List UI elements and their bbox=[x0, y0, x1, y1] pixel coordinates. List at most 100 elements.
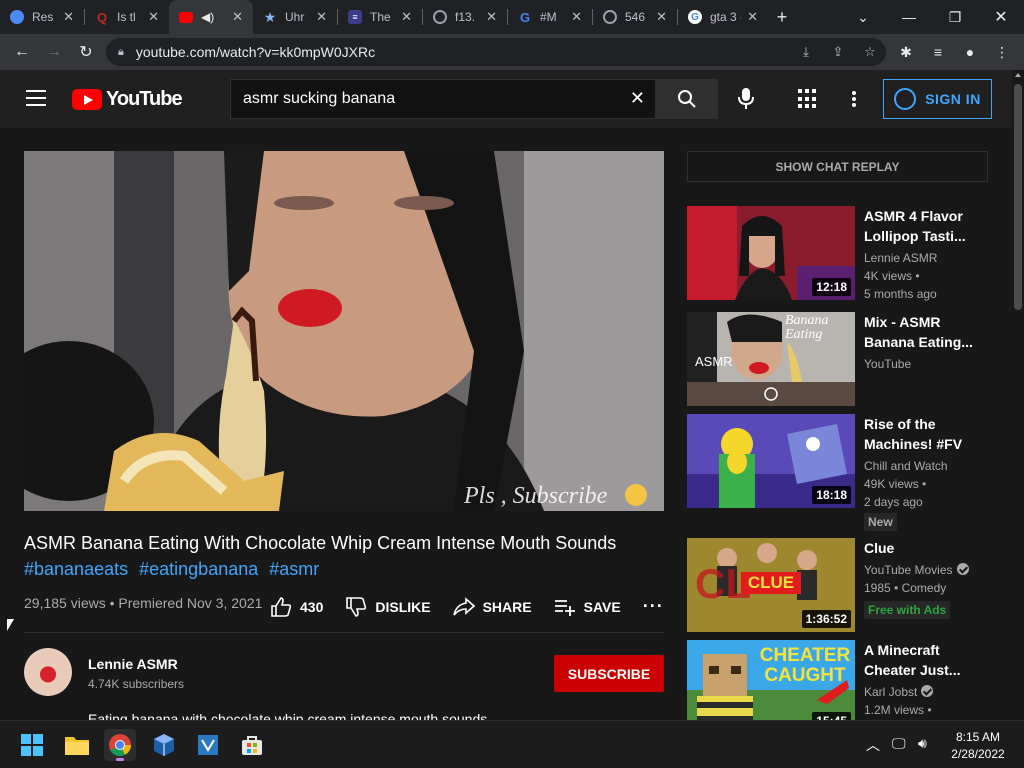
forward-icon[interactable]: → bbox=[38, 34, 70, 70]
dislike-label: DISLIKE bbox=[375, 598, 431, 615]
recommendation-title[interactable]: ASMR 4 Flavor Lollipop Tasti... bbox=[864, 206, 984, 246]
close-tab-icon[interactable]: ✕ bbox=[401, 9, 412, 25]
back-icon[interactable]: ← bbox=[6, 34, 38, 70]
like-button[interactable]: 430 bbox=[270, 596, 324, 617]
apps-grid-icon[interactable] bbox=[798, 89, 818, 109]
show-chat-replay-button[interactable]: SHOW CHAT REPLAY bbox=[687, 151, 988, 182]
close-tab-icon[interactable]: ✕ bbox=[486, 9, 497, 25]
close-tab-icon[interactable]: ✕ bbox=[656, 9, 667, 25]
clock-time: 8:15 AM bbox=[955, 730, 1001, 744]
share-arrow-icon bbox=[452, 596, 475, 616]
like-count: 430 bbox=[300, 598, 324, 615]
scroll-up-icon[interactable] bbox=[1015, 73, 1021, 77]
channel-label: Karl Jobst bbox=[864, 685, 918, 699]
dislike-button[interactable]: DISLIKE bbox=[345, 596, 431, 617]
menu-icon[interactable] bbox=[26, 90, 46, 106]
recommendation-title[interactable]: Clue bbox=[864, 538, 984, 558]
microsoft-store-icon[interactable] bbox=[236, 729, 268, 761]
clear-search-icon[interactable]: ✕ bbox=[630, 88, 645, 109]
search-input[interactable]: asmr sucking banana ✕ bbox=[230, 79, 656, 119]
recommendation-title[interactable]: A Minecraft Cheater Just... bbox=[864, 640, 984, 680]
more-actions-icon[interactable]: ··· bbox=[643, 596, 664, 617]
media-control-icon[interactable]: ≡ bbox=[922, 34, 954, 70]
recommendation-channel[interactable]: Chill and Watch bbox=[864, 459, 948, 473]
bookmark-star-icon[interactable]: ☆ bbox=[854, 38, 886, 66]
new-tab-icon[interactable]: + bbox=[768, 7, 796, 28]
chrome-icon[interactable] bbox=[104, 729, 136, 761]
page-scrollbar[interactable] bbox=[1012, 70, 1024, 720]
vmware-icon[interactable] bbox=[192, 729, 224, 761]
start-windows-icon[interactable] bbox=[16, 729, 48, 761]
recommendation-title[interactable]: Mix - ASMR Banana Eating... bbox=[864, 312, 984, 352]
volume-icon[interactable]: 🔊︎ bbox=[918, 735, 927, 752]
browser-tab[interactable]: f13. ✕ bbox=[423, 0, 507, 34]
restore-icon[interactable]: ❐ bbox=[932, 0, 978, 34]
extensions-icon[interactable]: ✱ bbox=[890, 34, 922, 70]
free-with-ads-badge: Free with Ads bbox=[864, 601, 951, 619]
video-thumbnail[interactable]: 12:18 bbox=[687, 206, 855, 300]
search-button[interactable] bbox=[656, 79, 718, 119]
browser-tab[interactable]: Q Is tl ✕ bbox=[85, 0, 169, 34]
close-tab-icon[interactable]: ✕ bbox=[571, 9, 582, 25]
close-tab-icon[interactable]: ✕ bbox=[747, 9, 758, 25]
system-clock[interactable]: 8:15 AM 2/28/2022 bbox=[940, 729, 1016, 763]
install-icon[interactable]: ⤓ bbox=[790, 38, 822, 66]
recommendation-title[interactable]: Rise of the Machines! #FV bbox=[864, 414, 984, 454]
browser-tab-active[interactable]: ◀) ✕ bbox=[169, 0, 253, 34]
virtualbox-icon[interactable] bbox=[148, 729, 180, 761]
subscribe-overlay-text: Pls , Subscribe bbox=[463, 483, 608, 509]
sign-in-button[interactable]: SIGN IN bbox=[883, 79, 992, 119]
reload-icon[interactable]: ↻ bbox=[70, 34, 102, 70]
video-thumbnail[interactable]: 18:18 bbox=[687, 414, 855, 508]
close-tab-icon[interactable]: ✕ bbox=[316, 9, 327, 25]
close-window-icon[interactable]: ✕ bbox=[978, 0, 1024, 34]
recommendation-channel[interactable]: YouTube Movies bbox=[864, 563, 969, 577]
minimize-icon[interactable]: — bbox=[886, 0, 932, 34]
video-thumbnail[interactable]: CL CLUE 1:36:52 bbox=[687, 538, 855, 632]
close-tab-icon[interactable]: ✕ bbox=[63, 9, 74, 25]
youtube-play-icon bbox=[72, 89, 102, 110]
recommendation-channel[interactable]: YouTube bbox=[864, 357, 911, 371]
hashtag-link[interactable]: #asmr bbox=[269, 559, 319, 579]
hashtag-link[interactable]: #bananaeats bbox=[24, 559, 128, 579]
recommendation-channel[interactable]: Lennie ASMR bbox=[864, 251, 937, 265]
share-label: SHARE bbox=[482, 598, 532, 615]
share-button[interactable]: SHARE bbox=[452, 596, 532, 617]
scrollbar-thumb[interactable] bbox=[1014, 84, 1022, 310]
microphone-icon[interactable] bbox=[734, 87, 758, 111]
close-tab-icon[interactable]: ✕ bbox=[232, 9, 243, 25]
video-player[interactable]: Pls , Subscribe bbox=[24, 151, 664, 511]
video-description: Eating banana with chocolate whip cream … bbox=[88, 711, 488, 720]
recommendation-item[interactable]: CHEATER CAUGHT 15:45 A Minecraft Cheater… bbox=[687, 640, 987, 720]
network-icon[interactable]: 🖵︎ bbox=[892, 735, 906, 752]
save-button[interactable]: SAVE bbox=[554, 597, 621, 617]
show-hidden-icons-icon[interactable]: ︿ bbox=[866, 735, 880, 755]
file-explorer-icon[interactable] bbox=[61, 729, 93, 761]
channel-name[interactable]: Lennie ASMR bbox=[88, 656, 178, 672]
audio-playing-icon[interactable]: ◀) bbox=[201, 10, 226, 24]
recommendation-channel[interactable]: Karl Jobst bbox=[864, 685, 934, 699]
video-thumbnail[interactable]: Banana Eating ASMR bbox=[687, 312, 855, 406]
browser-tab[interactable]: Res ✕ bbox=[0, 0, 84, 34]
browser-tab[interactable]: ★ Uhr ✕ bbox=[253, 0, 337, 34]
blue-circle-icon bbox=[10, 10, 24, 24]
profile-icon[interactable]: ● bbox=[954, 34, 986, 70]
lock-icon[interactable]: 🔒︎ bbox=[118, 46, 124, 59]
browser-tab[interactable]: 546 ✕ bbox=[593, 0, 677, 34]
address-bar[interactable]: 🔒︎ youtube.com/watch?v=kk0mpW0JXRc ⤓ ⇪ ☆ bbox=[106, 38, 886, 66]
settings-more-icon[interactable] bbox=[846, 89, 862, 109]
channel-avatar[interactable] bbox=[24, 648, 72, 696]
video-thumbnail[interactable]: CHEATER CAUGHT 15:45 bbox=[687, 640, 855, 720]
subscribe-button[interactable]: SUBSCRIBE bbox=[554, 655, 664, 692]
youtube-logo[interactable]: YouTube bbox=[72, 88, 183, 111]
tab-search-icon[interactable]: ⌄ bbox=[840, 0, 886, 34]
browser-menu-icon[interactable]: ⋮ bbox=[986, 34, 1018, 70]
browser-tab[interactable]: G gta 3 - ( ✕ bbox=[678, 0, 768, 34]
browser-tab[interactable]: G #M ✕ bbox=[508, 0, 592, 34]
recommendation-age: 5 months ago bbox=[864, 287, 937, 301]
hashtag-link[interactable]: #eatingbanana bbox=[139, 559, 258, 579]
browser-tab[interactable]: ≡ The ✕ bbox=[338, 0, 422, 34]
share-icon[interactable]: ⇪ bbox=[822, 38, 854, 66]
close-tab-icon[interactable]: ✕ bbox=[148, 9, 159, 25]
video-hashtags: #bananaeats #eatingbanana #asmr bbox=[24, 559, 325, 580]
